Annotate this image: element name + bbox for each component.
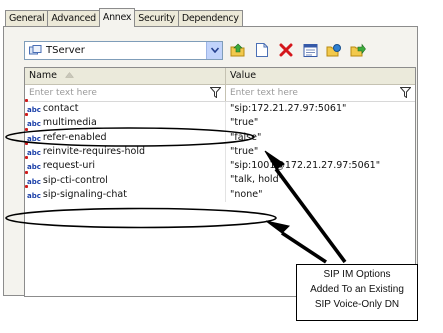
callout-line: SIP Voice-Only DN: [314, 299, 400, 310]
callout-box: SIP IM Options Added To an Existing SIP …: [296, 264, 418, 321]
callout-line: SIP IM Options: [323, 269, 391, 280]
callout-line: Added To an Existing: [310, 284, 404, 295]
highlight-ellipse-multimedia: [5, 127, 255, 147]
callout-arrow-to-multimedia: [264, 150, 347, 264]
highlight-ellipse-sip-signaling-chat: [5, 207, 277, 229]
tab-annex[interactable]: Annex: [98, 8, 136, 27]
